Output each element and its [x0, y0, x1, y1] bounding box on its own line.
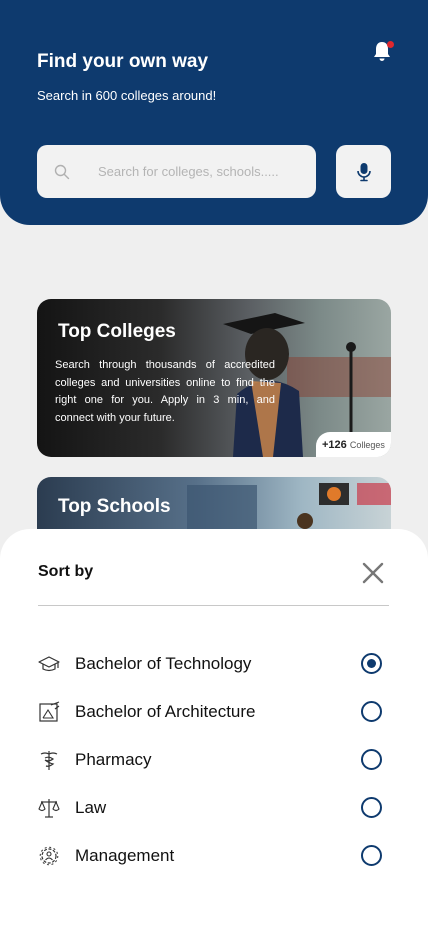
divider	[38, 605, 389, 606]
radio-unselected[interactable]	[361, 701, 382, 722]
option-label: Bachelor of Technology	[75, 654, 252, 673]
sort-option-law[interactable]: Law	[38, 791, 388, 825]
search-icon	[54, 164, 70, 179]
mic-icon	[356, 162, 371, 181]
option-label: Bachelor of Architecture	[75, 702, 256, 721]
radio-unselected[interactable]	[361, 749, 382, 770]
drafting-icon	[39, 701, 60, 722]
caduceus-icon	[40, 751, 58, 770]
card-description: Search through thousands of accredited c…	[55, 359, 275, 424]
close-button[interactable]	[361, 561, 385, 585]
graduation-cap-icon	[38, 656, 60, 672]
sort-bottom-sheet: Sort by Bachelor of Technology Bachelor …	[0, 529, 428, 926]
close-icon	[362, 562, 384, 584]
sort-option-architecture[interactable]: Bachelor of Architecture	[38, 695, 388, 729]
radio-unselected[interactable]	[361, 797, 382, 818]
card-title: Top Schools	[58, 496, 171, 517]
sort-option-technology[interactable]: Bachelor of Technology	[38, 647, 388, 681]
option-label: Law	[75, 798, 107, 817]
option-label: Management	[75, 846, 175, 865]
page-subtitle: Search in 600 colleges around!	[37, 88, 217, 103]
scales-icon	[38, 799, 60, 818]
header: Find your own way Search in 600 colleges…	[0, 0, 428, 225]
notification-dot	[387, 41, 394, 48]
card-title: Top Colleges	[58, 321, 176, 342]
voice-search-button[interactable]	[336, 145, 391, 198]
top-colleges-card[interactable]: Top Colleges Search through thousands of…	[37, 299, 391, 457]
page-title: Find your own way	[37, 51, 209, 72]
sort-option-management[interactable]: Management	[38, 839, 388, 873]
radio-selected[interactable]	[361, 653, 382, 674]
notification-button[interactable]	[372, 40, 394, 64]
badge-count: +126	[322, 439, 347, 451]
sort-option-pharmacy[interactable]: Pharmacy	[38, 743, 388, 777]
radio-unselected[interactable]	[361, 845, 382, 866]
search-bar[interactable]	[37, 145, 316, 198]
option-label: Pharmacy	[75, 750, 152, 769]
badge-label: Colleges	[349, 440, 385, 450]
sheet-title: Sort by	[38, 563, 94, 580]
colleges-count-badge: +126 Colleges	[316, 432, 391, 457]
gear-people-icon	[39, 846, 59, 866]
search-input[interactable]	[96, 163, 310, 180]
